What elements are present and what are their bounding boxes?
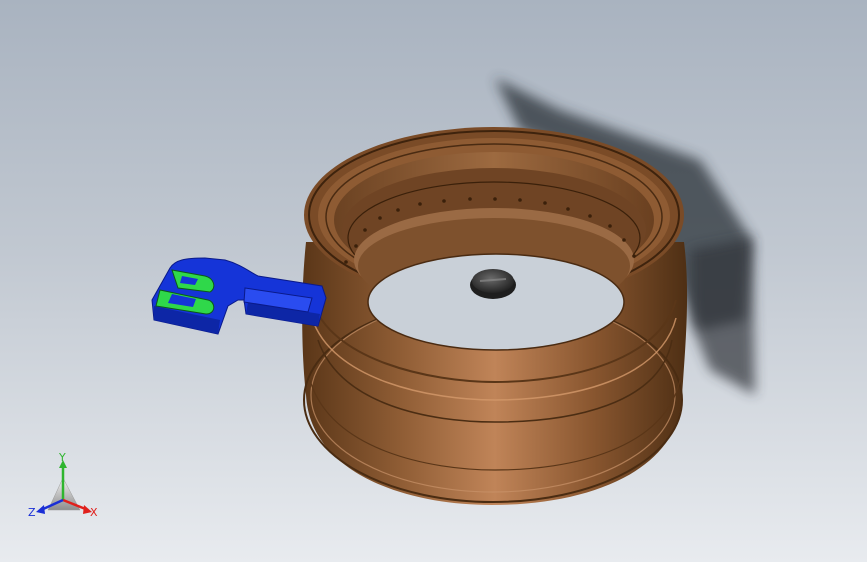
center-cap-part[interactable] — [470, 269, 516, 299]
coordinate-triad: Y X Z — [28, 451, 98, 519]
triad-z-label: Z — [28, 506, 36, 519]
wheel-rim-part[interactable] — [302, 127, 688, 505]
triad-x-label: X — [90, 506, 98, 519]
graphics-viewport[interactable]: Y X Z — [0, 0, 867, 562]
logo-clip-part[interactable] — [151, 257, 327, 335]
model-scene[interactable]: Y X Z — [0, 0, 867, 562]
triad-y-label: Y — [58, 451, 66, 464]
